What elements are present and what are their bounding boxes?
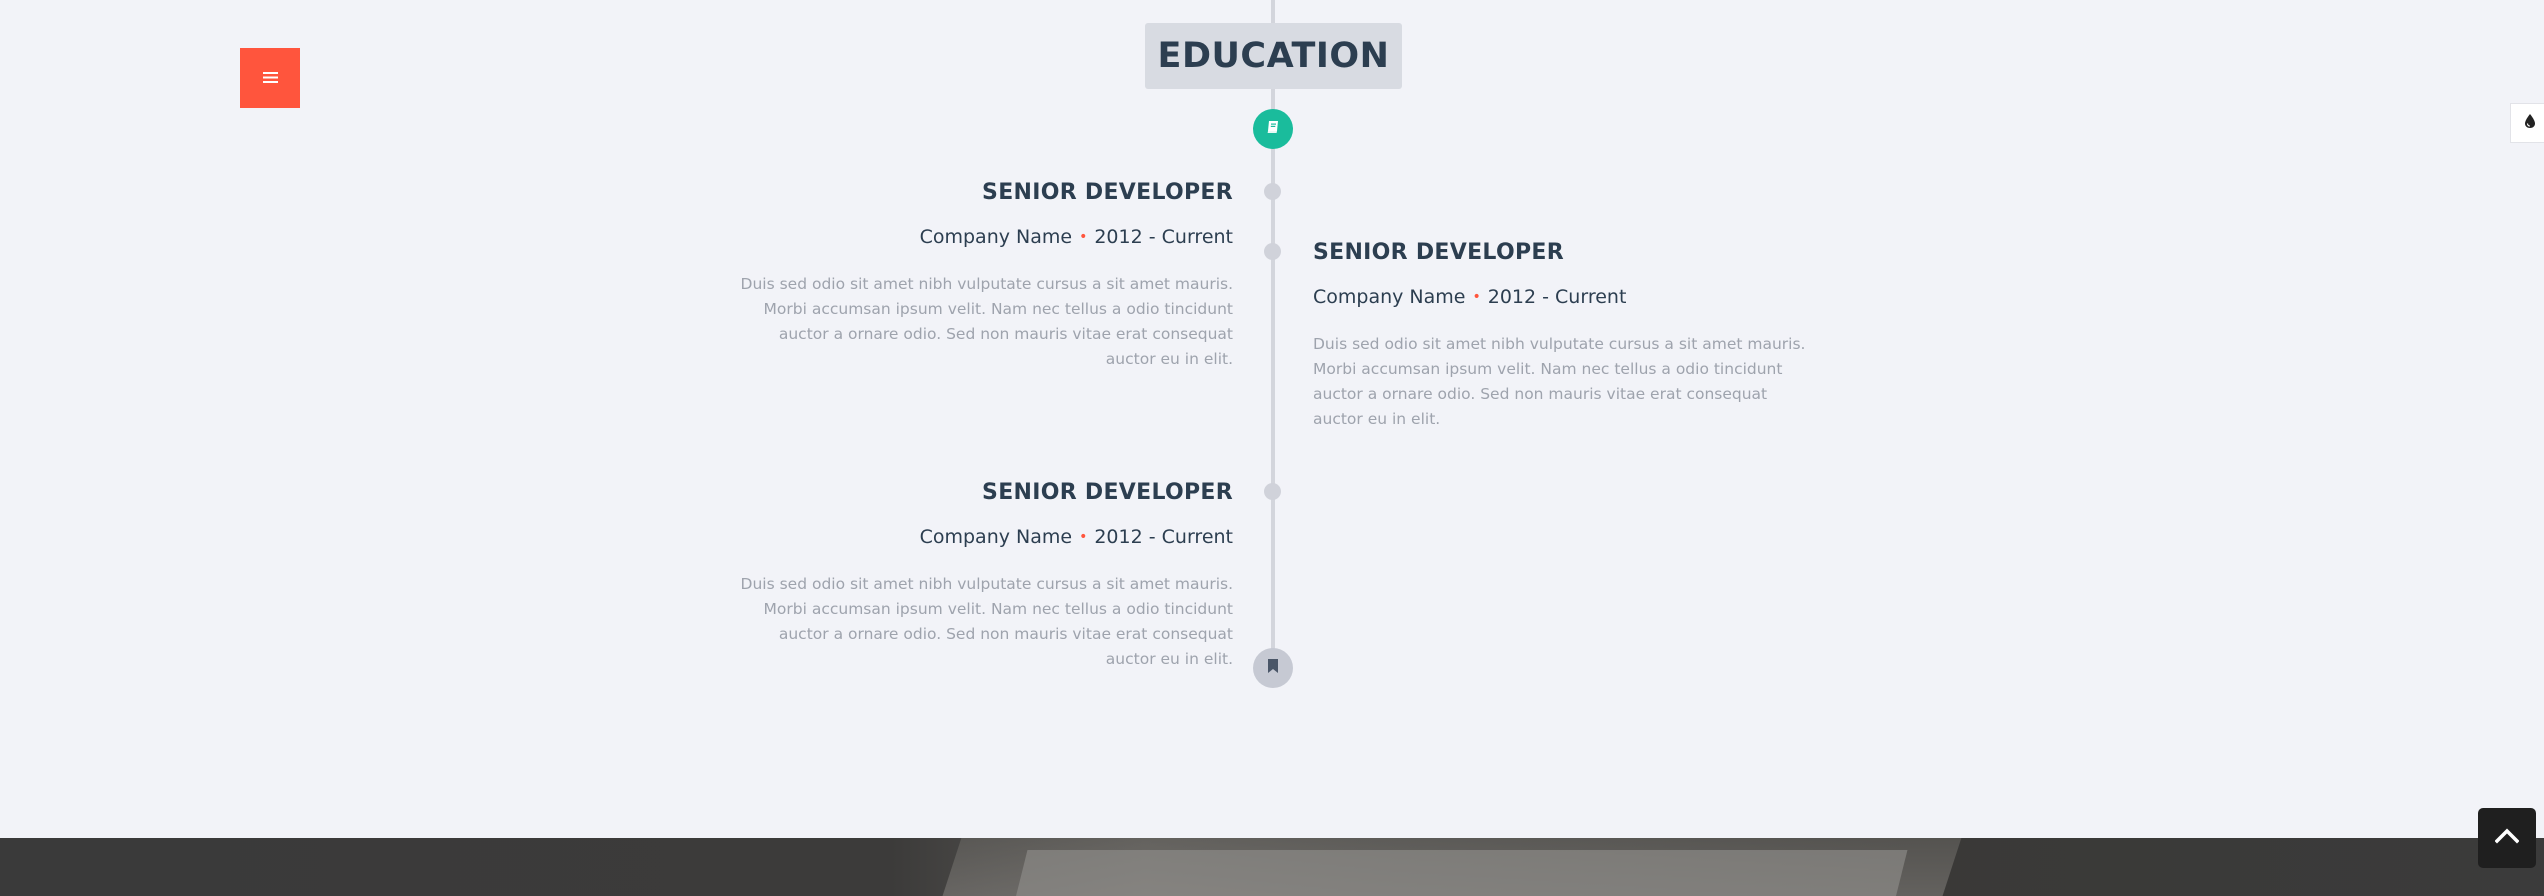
entry-description: Duis sed odio sit amet nibh vulputate cu…: [1313, 335, 1806, 428]
chevron-up-icon: [2494, 828, 2520, 848]
theme-switcher-button[interactable]: [2510, 103, 2544, 143]
ink-drop-icon: [2524, 113, 2536, 133]
scroll-to-top-button[interactable]: [2478, 808, 2536, 868]
entry-description: Duis sed odio sit amet nibh vulputate cu…: [740, 575, 1233, 668]
entry-separator: •: [1079, 229, 1088, 245]
entry-company: Company Name: [919, 226, 1073, 248]
timeline-line: [1271, 0, 1275, 650]
entry-separator: •: [1472, 289, 1481, 305]
section-title: EDUCATION: [1145, 23, 1402, 89]
timeline-dot: [1264, 483, 1281, 500]
timeline-dot: [1264, 183, 1281, 200]
entry-title: SENIOR DEVELOPER: [1313, 240, 1564, 265]
entry-period: 2012 - Current: [1094, 526, 1233, 548]
book-icon: [1265, 119, 1281, 139]
footer-background: [0, 838, 2544, 896]
entry-separator: •: [1079, 529, 1088, 545]
entry-period: 2012 - Current: [1094, 226, 1233, 248]
footer-paper-image: [1012, 850, 1908, 896]
entry-description: Duis sed odio sit amet nibh vulputate cu…: [740, 275, 1233, 368]
entry-period: 2012 - Current: [1487, 286, 1627, 308]
timeline-dot: [1264, 243, 1281, 260]
timeline-entry: SENIOR DEVELOPER Company Name • 2012 - Cur…: [733, 480, 1233, 672]
entry-company: Company Name: [919, 526, 1073, 548]
entry-company: Company Name: [1313, 286, 1466, 308]
timeline-entry: SENIOR DEVELOPER Company Name • 2012 - Cur…: [733, 180, 1233, 372]
timeline-end-node: [1253, 648, 1293, 688]
bookmark-icon: [1266, 658, 1280, 678]
entry-meta: Company Name • 2012 - Current: [733, 526, 1233, 548]
entry-title: SENIOR DEVELOPER: [982, 180, 1233, 205]
hamburger-icon: [262, 69, 278, 88]
menu-button[interactable]: [240, 48, 300, 108]
timeline-entry: SENIOR DEVELOPER Company Name • 2012 - Cur…: [1313, 240, 1813, 432]
timeline-start-node: [1253, 109, 1293, 149]
entry-title: SENIOR DEVELOPER: [982, 480, 1233, 505]
entry-meta: Company Name • 2012 - Current: [1313, 286, 1813, 308]
entry-meta: Company Name • 2012 - Current: [733, 226, 1233, 248]
